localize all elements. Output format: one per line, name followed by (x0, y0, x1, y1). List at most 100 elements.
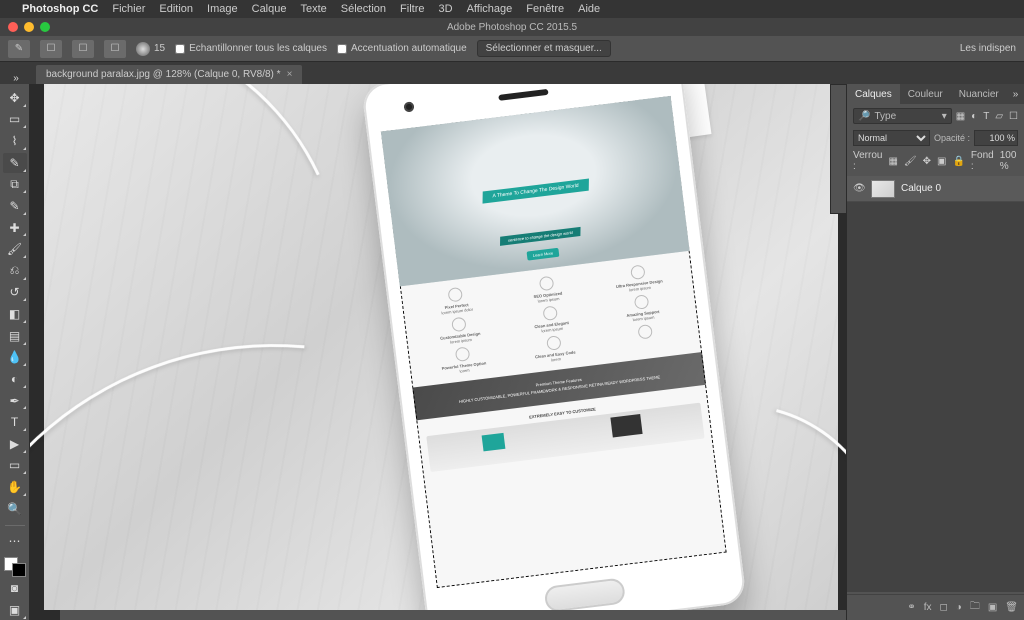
lock-all-icon[interactable]: 🔒 (952, 156, 964, 167)
collapsed-panel-dock[interactable] (830, 84, 846, 214)
sample-all-layers-label: Echantillonner tous les calques (189, 43, 327, 54)
blur-tool-icon[interactable]: 💧 (3, 348, 27, 368)
filter-shape-icon[interactable]: ▱ (995, 111, 1003, 122)
menu-aide[interactable]: Aide (578, 3, 600, 15)
menu-fichier[interactable]: Fichier (112, 3, 145, 15)
brush-size-value: 15 (154, 43, 165, 54)
quick-selection-tool-icon[interactable]: ✎ (3, 153, 27, 173)
pen-tool-icon[interactable]: ✒ (3, 391, 27, 411)
gradient-tool-icon[interactable]: ▤ (3, 326, 27, 346)
close-tab-icon[interactable]: × (287, 69, 293, 80)
canvas-area[interactable]: A Theme To Change The Design World sente… (30, 84, 846, 620)
window-titlebar: Adobe Photoshop CC 2015.5 (0, 18, 1024, 36)
filter-type-icon[interactable]: T (983, 111, 989, 122)
layer-filter-select[interactable]: 🔎 Type ▾ (853, 108, 952, 124)
menu-affichage[interactable]: Affichage (467, 3, 513, 15)
move-tool-icon[interactable]: ✥ (3, 88, 27, 108)
window-title: Adobe Photoshop CC 2015.5 (447, 22, 577, 33)
layer-visibility-icon[interactable]: 👁 (853, 183, 865, 194)
tab-color[interactable]: Couleur (900, 84, 951, 104)
filter-smart-icon[interactable]: ☐ (1009, 111, 1018, 122)
link-layers-icon[interactable]: ⚭ (907, 602, 915, 613)
lock-artboard-icon[interactable]: ▣ (937, 156, 946, 167)
opacity-value[interactable]: 100 % (974, 130, 1018, 146)
layer-name[interactable]: Calque 0 (901, 183, 941, 194)
menu-texte[interactable]: Texte (300, 3, 326, 15)
options-bar: ✎ ☐ ☐ ☐ 15 Echantillonner tous les calqu… (0, 36, 1024, 62)
menu-image[interactable]: Image (207, 3, 238, 15)
zoom-tool-icon[interactable]: 🔍 (3, 499, 27, 519)
hand-tool-icon[interactable]: ✋ (3, 477, 27, 497)
filter-pixel-icon[interactable]: ▦ (956, 111, 965, 122)
crop-tool-icon[interactable]: ⧉ (3, 175, 27, 195)
new-layer-icon[interactable]: ▣ (988, 602, 997, 613)
edit-toolbar-icon[interactable]: ⋯ (3, 531, 27, 551)
document-tab[interactable]: background paralax.jpg @ 128% (Calque 0,… (36, 65, 302, 84)
layer-list[interactable]: 👁 Calque 0 (847, 176, 1024, 592)
layer-fx-icon[interactable]: fx (924, 602, 932, 613)
sample-all-layers-checkbox[interactable]: Echantillonner tous les calques (175, 43, 327, 54)
color-swatches[interactable] (4, 557, 26, 577)
delete-layer-icon[interactable]: 🗑 (1005, 602, 1018, 613)
eraser-tool-icon[interactable]: ◧ (3, 304, 27, 324)
lock-pixels-icon[interactable]: 🖌 (904, 156, 917, 167)
minimize-window-icon[interactable] (24, 22, 34, 32)
menu-3d[interactable]: 3D (439, 3, 453, 15)
tools-panel: ✥ ▭ ⌇ ✎ ⧉ ✎ ✚ 🖌 ⎌ ↺ ◧ ▤ 💧 ◐ ✒ T ▶ ▭ ✋ 🔍 … (0, 84, 30, 620)
filter-adjust-icon[interactable]: ◐ (971, 111, 977, 122)
menu-filtre[interactable]: Filtre (400, 3, 424, 15)
layer-filter-row: 🔎 Type ▾ ▦ ◐ T ▱ ☐ (847, 104, 1024, 128)
shape-tool-icon[interactable]: ▭ (3, 456, 27, 476)
zoom-window-icon[interactable] (40, 22, 50, 32)
menu-fenetre[interactable]: Fenêtre (526, 3, 564, 15)
layer-thumbnail[interactable] (871, 180, 895, 198)
current-tool-icon[interactable]: ✎ (8, 40, 30, 58)
screen-mode-icon[interactable]: ▣ (3, 600, 27, 620)
layer-group-icon[interactable]: 🗀 (970, 599, 980, 616)
lock-label: Verrou : (853, 150, 882, 172)
layer-row[interactable]: 👁 Calque 0 (847, 176, 1024, 202)
close-window-icon[interactable] (8, 22, 18, 32)
menu-edition[interactable]: Edition (159, 3, 193, 15)
brush-tool-icon[interactable]: 🖌 (3, 239, 27, 259)
layer-mask-icon[interactable]: ◻ (939, 602, 947, 613)
tab-layers[interactable]: Calques (847, 84, 900, 104)
options-right-label[interactable]: Les indispen (960, 43, 1016, 54)
blend-mode-select[interactable]: Normal (853, 130, 930, 146)
selection-mode-add-icon[interactable]: ☐ (72, 40, 94, 58)
dodge-tool-icon[interactable]: ◐ (3, 369, 27, 389)
menu-selection[interactable]: Sélection (341, 3, 386, 15)
type-tool-icon[interactable]: T (3, 412, 27, 432)
document-canvas[interactable]: A Theme To Change The Design World sente… (44, 84, 838, 610)
expand-docs-icon[interactable]: » (8, 69, 24, 84)
adjustment-layer-icon[interactable]: ◑ (956, 602, 962, 613)
eyedropper-tool-icon[interactable]: ✎ (3, 196, 27, 216)
marquee-tool-icon[interactable]: ▭ (3, 110, 27, 130)
tools-separator (5, 525, 25, 526)
path-selection-tool-icon[interactable]: ▶ (3, 434, 27, 454)
select-and-mask-button[interactable]: Sélectionner et masquer... (477, 40, 611, 57)
phone-home-button (544, 577, 627, 613)
background-color-swatch[interactable] (12, 563, 26, 577)
chevron-down-icon: ▾ (942, 111, 947, 122)
auto-enhance-label: Accentuation automatique (351, 43, 467, 54)
panel-collapse-icon[interactable]: » (1007, 89, 1024, 100)
selection-mode-subtract-icon[interactable]: ☐ (104, 40, 126, 58)
brush-preset-picker[interactable]: 15 (136, 42, 165, 56)
menu-calque[interactable]: Calque (252, 3, 287, 15)
auto-enhance-checkbox[interactable]: Accentuation automatique (337, 43, 467, 54)
history-brush-tool-icon[interactable]: ↺ (3, 283, 27, 303)
clone-stamp-tool-icon[interactable]: ⎌ (3, 261, 27, 281)
layer-footer: ⚭ fx ◻ ◑ 🗀 ▣ 🗑 (847, 594, 1024, 620)
blend-mode-row: Normal Opacité : 100 % (847, 128, 1024, 148)
healing-brush-tool-icon[interactable]: ✚ (3, 218, 27, 238)
tab-swatches[interactable]: Nuancier (951, 84, 1007, 104)
quick-mask-icon[interactable]: ◙ (3, 579, 27, 599)
lock-transparency-icon[interactable]: ▦ (888, 156, 897, 167)
lasso-tool-icon[interactable]: ⌇ (3, 131, 27, 151)
app-menu[interactable]: Photoshop CC (22, 3, 98, 15)
search-icon: 🔎 (858, 111, 870, 122)
fill-value[interactable]: 100 % (1000, 150, 1018, 172)
lock-position-icon[interactable]: ✥ (923, 156, 931, 167)
selection-mode-new-icon[interactable]: ☐ (40, 40, 62, 58)
